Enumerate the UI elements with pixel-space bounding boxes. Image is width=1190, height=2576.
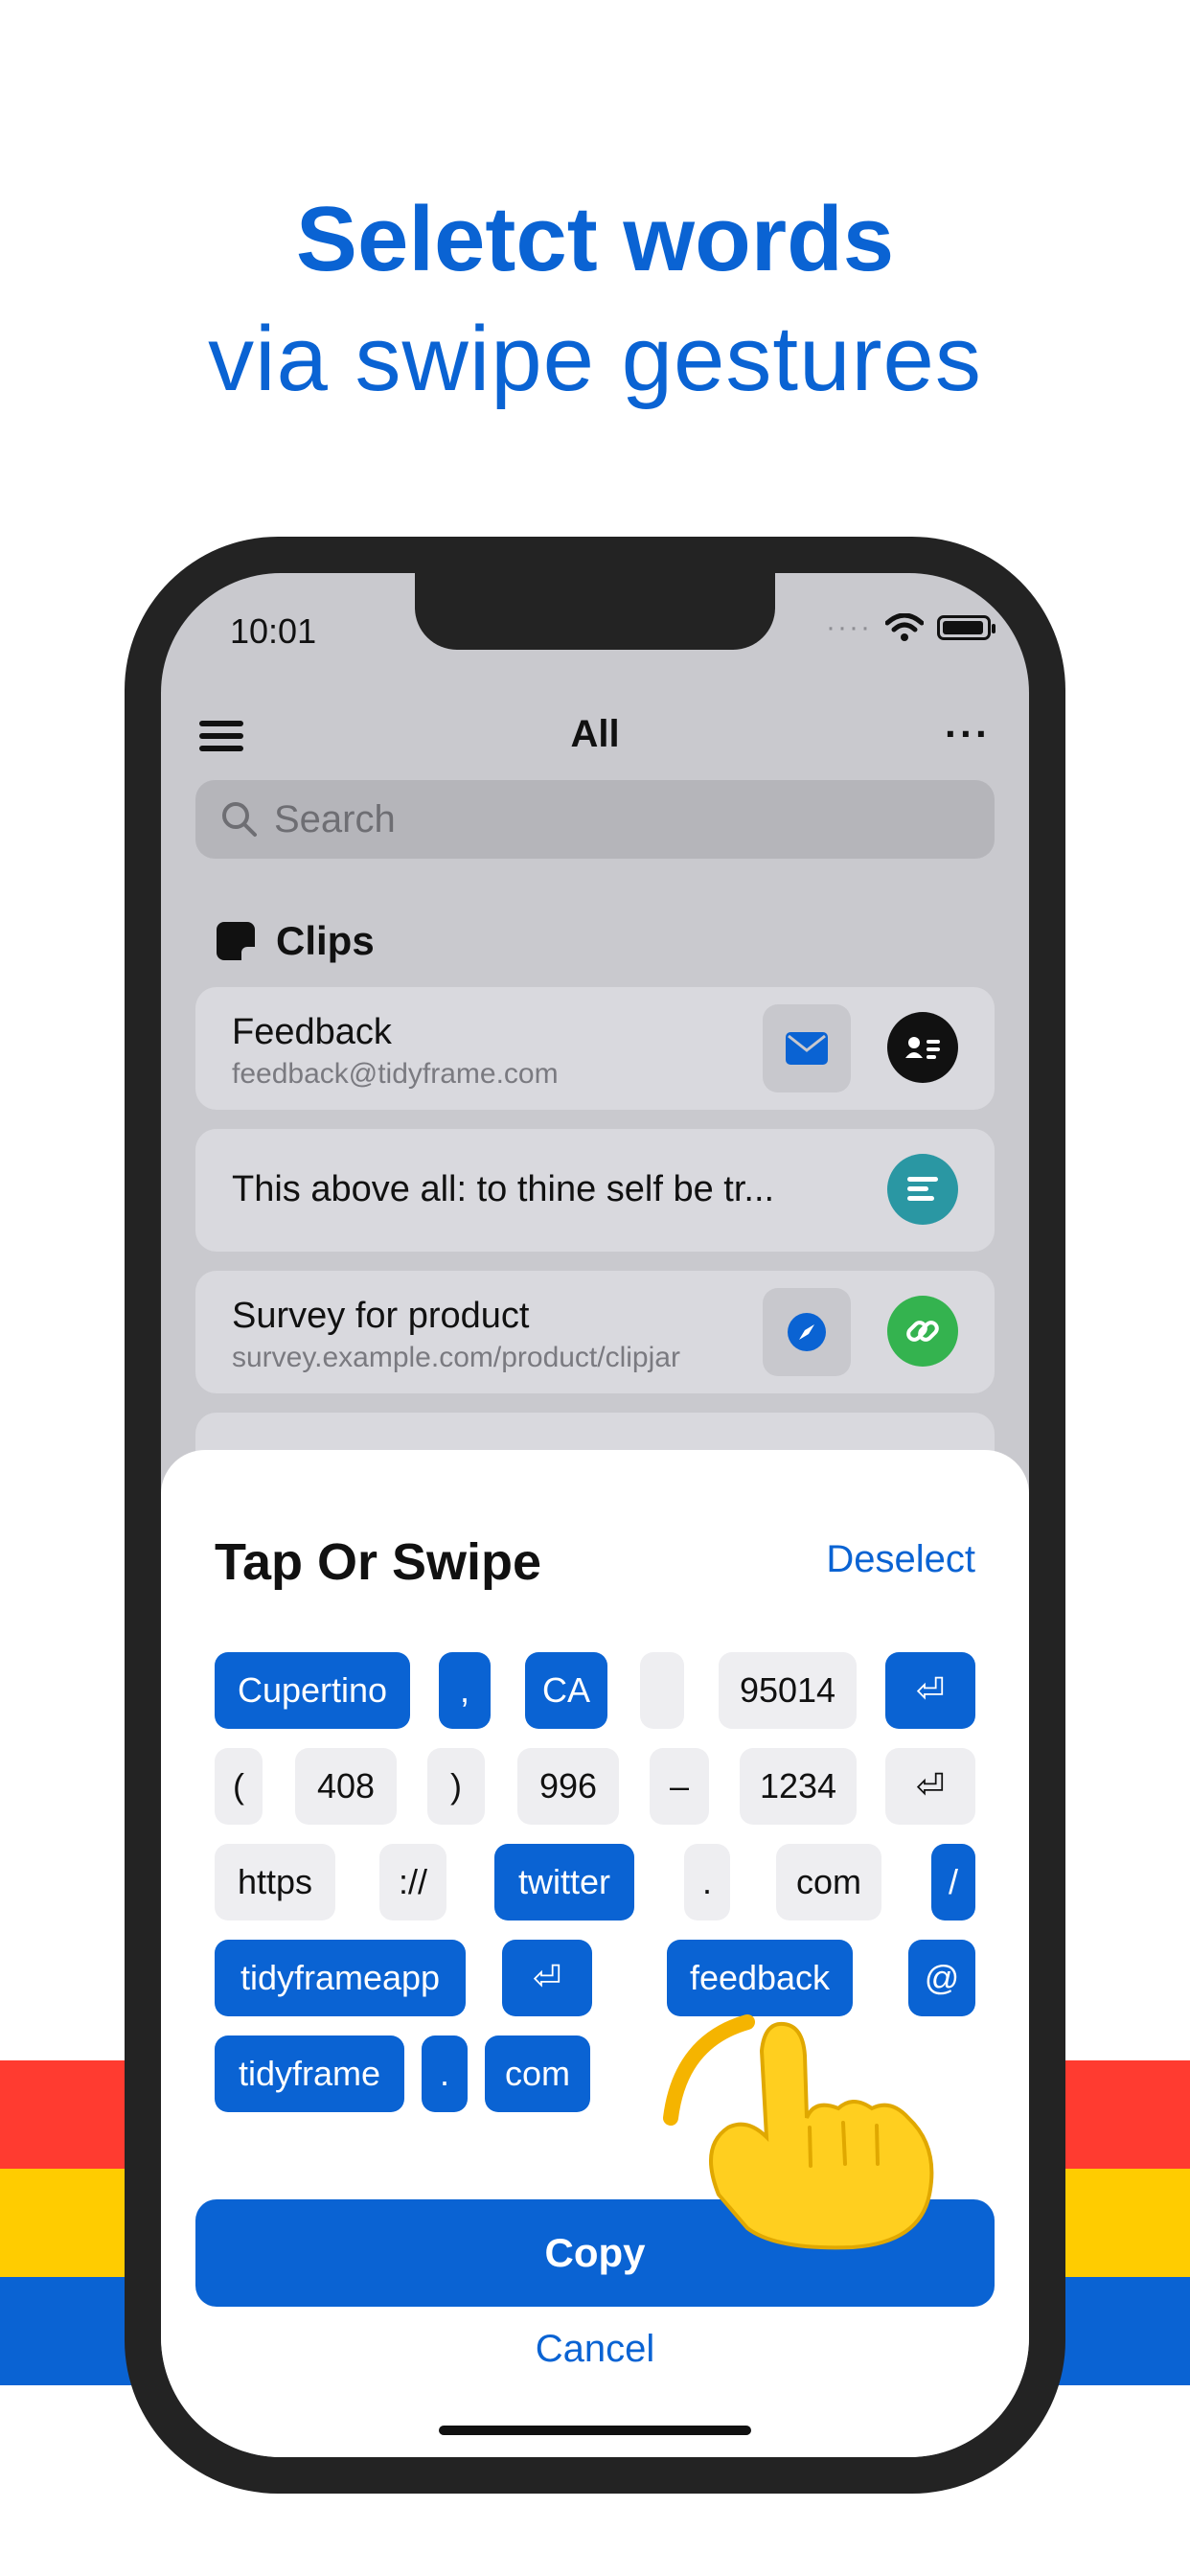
- token-button[interactable]: tidyframeapp: [215, 1940, 466, 2016]
- wifi-icon: [885, 613, 924, 641]
- clip-title: This above all: to thine self be tr...: [232, 1169, 775, 1209]
- clip-title: Survey for product: [232, 1296, 530, 1336]
- battery-icon: [937, 615, 995, 640]
- signal-dots-icon: ····: [826, 611, 872, 643]
- token-button[interactable]: –: [650, 1748, 709, 1825]
- clip-item-feedback[interactable]: Feedback feedback@tidyframe.com: [195, 987, 995, 1110]
- token-button[interactable]: https: [215, 1844, 335, 1920]
- mail-action-button[interactable]: [763, 1004, 851, 1092]
- contact-card-icon: [887, 1012, 958, 1083]
- headline: Seletct words via swipe gestures: [0, 182, 1190, 422]
- token-button[interactable]: /: [931, 1844, 975, 1920]
- open-link-button[interactable]: [763, 1288, 851, 1376]
- token-button[interactable]: com: [776, 1844, 881, 1920]
- token-button[interactable]: [640, 1652, 684, 1729]
- deselect-button[interactable]: Deselect: [826, 1538, 975, 1581]
- clip-subtitle: survey.example.com/product/clipjar: [232, 1342, 680, 1373]
- search-input[interactable]: [274, 797, 945, 841]
- pointing-hand-icon: [663, 2014, 934, 2250]
- clip-title: Feedback: [232, 1012, 392, 1052]
- token-button[interactable]: 996: [517, 1748, 619, 1825]
- note-icon: [217, 922, 255, 960]
- nav-title: All: [570, 713, 620, 755]
- notch: [415, 573, 775, 650]
- clip-item-survey[interactable]: Survey for product survey.example.com/pr…: [195, 1271, 995, 1393]
- status-icons: ····: [826, 611, 995, 644]
- sheet-title: Tap Or Swipe: [215, 1533, 542, 1591]
- token-button[interactable]: Cupertino: [215, 1652, 410, 1729]
- link-icon: [887, 1296, 958, 1367]
- search-bar[interactable]: [195, 780, 995, 859]
- tap-or-swipe-sheet: Tap Or Swipe Deselect Cupertino , CA 950…: [161, 1450, 1029, 2457]
- clip-item-quote[interactable]: This above all: to thine self be tr...: [195, 1129, 995, 1252]
- headline-line-2: via swipe gestures: [208, 308, 982, 410]
- more-options-icon[interactable]: ···: [945, 711, 991, 757]
- token-button[interactable]: CA: [525, 1652, 607, 1729]
- token-button[interactable]: ): [427, 1748, 485, 1825]
- token-button[interactable]: tidyframe: [215, 2036, 404, 2112]
- token-button[interactable]: .: [422, 2036, 468, 2112]
- token-button[interactable]: ⏎: [885, 1652, 975, 1729]
- token-button[interactable]: ⏎: [502, 1940, 592, 2016]
- token-button[interactable]: 1234: [740, 1748, 857, 1825]
- search-icon: [222, 802, 257, 837]
- section-title: Clips: [276, 918, 375, 963]
- token-button[interactable]: .: [684, 1844, 730, 1920]
- token-button[interactable]: (: [215, 1748, 263, 1825]
- headline-line-1: Seletct words: [295, 188, 895, 290]
- token-button[interactable]: ⏎: [885, 1748, 975, 1825]
- envelope-icon: [786, 1032, 828, 1065]
- compass-icon: [788, 1313, 826, 1351]
- token-button[interactable]: ://: [379, 1844, 446, 1920]
- text-lines-icon: [887, 1154, 958, 1225]
- clips-section-header: Clips: [217, 918, 375, 964]
- token-button[interactable]: 408: [295, 1748, 397, 1825]
- clip-subtitle: feedback@tidyframe.com: [232, 1058, 559, 1090]
- token-button[interactable]: com: [485, 2036, 590, 2112]
- status-time: 10:01: [230, 611, 317, 651]
- token-button[interactable]: twitter: [494, 1844, 634, 1920]
- home-indicator: [439, 2426, 751, 2435]
- navigation-bar: All ···: [161, 698, 1029, 774]
- cancel-button[interactable]: Cancel: [161, 2328, 1029, 2371]
- token-button[interactable]: ,: [439, 1652, 491, 1729]
- token-button[interactable]: 95014: [719, 1652, 857, 1729]
